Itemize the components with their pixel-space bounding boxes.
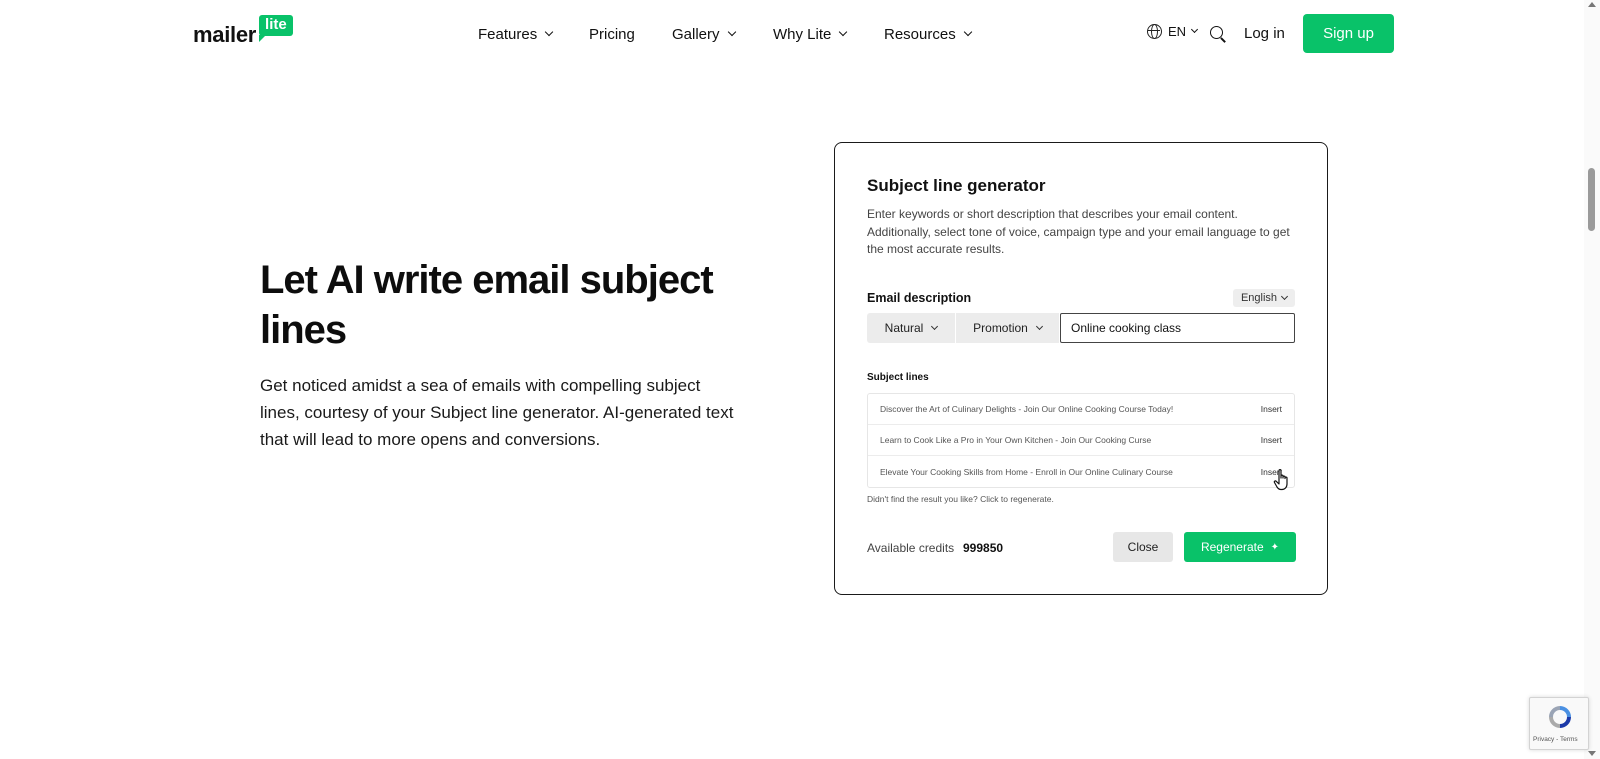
credits-value: 999850 xyxy=(963,541,1004,555)
tone-select[interactable]: Natural xyxy=(867,313,955,343)
chevron-down-icon xyxy=(1035,322,1043,331)
hero-title: Let AI write email subject lines xyxy=(260,258,714,352)
chevron-down-icon xyxy=(1280,292,1289,301)
insert-button[interactable]: Insert xyxy=(1261,435,1282,445)
list-item: Elevate Your Cooking Skills from Home - … xyxy=(868,456,1294,487)
tone-select-value: Natural xyxy=(884,321,924,335)
recaptcha-badge[interactable]: Privacy - Terms xyxy=(1529,697,1589,750)
list-item: Learn to Cook Like a Pro in Your Own Kit… xyxy=(868,425,1294,456)
campaign-type-value: Promotion xyxy=(973,321,1028,335)
generator-description: Enter keywords or short description that… xyxy=(867,207,1290,256)
logo-wordmark: mailer xyxy=(193,22,257,47)
list-item: Discover the Art of Culinary Delights - … xyxy=(868,394,1294,425)
nav-item-label: Pricing xyxy=(589,25,635,43)
nav-item-gallery[interactable]: Gallery xyxy=(672,22,736,46)
email-description-label: Email description xyxy=(867,291,972,305)
nav-item-why-lite[interactable]: Why Lite xyxy=(773,22,848,46)
credits-label: Available credits xyxy=(867,541,955,555)
language-select[interactable]: English xyxy=(1233,289,1295,307)
chevron-down-icon xyxy=(1191,25,1199,34)
hero-description: Get noticed amidst a sea of emails with … xyxy=(260,376,734,449)
generator-title: Subject line generator xyxy=(867,176,1046,195)
language-selector[interactable]: EN xyxy=(1147,24,1199,39)
close-button[interactable]: Close xyxy=(1113,532,1173,562)
nav-item-resources[interactable]: Resources xyxy=(884,22,972,46)
subject-line-text: Learn to Cook Like a Pro in Your Own Kit… xyxy=(880,435,1152,445)
subject-line-text: Discover the Art of Culinary Delights - … xyxy=(880,404,1174,414)
email-description-input[interactable]: Online cooking class xyxy=(1060,313,1295,343)
nav-item-label: Gallery xyxy=(672,25,720,43)
scroll-down-arrow-icon[interactable] xyxy=(1588,751,1596,756)
chevron-down-icon xyxy=(839,27,848,37)
subject-lines-label: Subject lines xyxy=(867,372,929,383)
chevron-down-icon xyxy=(931,322,939,331)
sparkle-icon: ✦ xyxy=(1270,541,1280,553)
nav-item-label: Resources xyxy=(884,25,956,43)
chevron-down-icon xyxy=(727,27,736,37)
search-icon[interactable] xyxy=(1210,26,1223,39)
nav-item-label: Features xyxy=(478,25,538,43)
regenerate-hint: Didn't find the result you like? Click t… xyxy=(867,494,1054,504)
nav-item-pricing[interactable]: Pricing xyxy=(589,22,635,46)
nav-item-label: Why Lite xyxy=(773,25,832,43)
mailerlite-logo[interactable]: mailer lite xyxy=(193,15,293,48)
insert-button[interactable]: Insert xyxy=(1261,404,1282,414)
signup-button[interactable]: Sign up xyxy=(1303,14,1394,53)
language-select-value: English xyxy=(1240,292,1278,304)
subject-line-generator-card: Subject line generator Enter keywords or… xyxy=(834,142,1328,595)
regenerate-button-label: Regenerate xyxy=(1200,540,1264,554)
nav-item-features[interactable]: Features xyxy=(478,22,554,46)
chevron-down-icon xyxy=(963,27,972,37)
login-link[interactable]: Log in xyxy=(1244,25,1285,42)
chevron-down-icon xyxy=(544,27,554,37)
recaptcha-icon xyxy=(1549,706,1571,728)
scrollbar-thumb[interactable] xyxy=(1588,168,1595,231)
regenerate-button[interactable]: Regenerate ✦ xyxy=(1184,532,1296,562)
globe-icon xyxy=(1147,24,1162,39)
logo-badge: lite xyxy=(259,15,293,42)
page-scrollbar[interactable] xyxy=(1584,0,1600,759)
campaign-type-select[interactable]: Promotion xyxy=(956,313,1059,343)
site-header: mailer lite Features Pricing Gallery Why… xyxy=(0,0,1584,68)
subject-lines-list: Discover the Art of Culinary Delights - … xyxy=(867,393,1295,488)
subject-line-text: Elevate Your Cooking Skills from Home - … xyxy=(880,466,1173,477)
pointer-hand-icon xyxy=(1273,469,1288,491)
recaptcha-links[interactable]: Privacy - Terms xyxy=(1533,736,1578,743)
scroll-up-arrow-icon[interactable] xyxy=(1588,2,1596,7)
language-label: EN xyxy=(1168,24,1187,39)
